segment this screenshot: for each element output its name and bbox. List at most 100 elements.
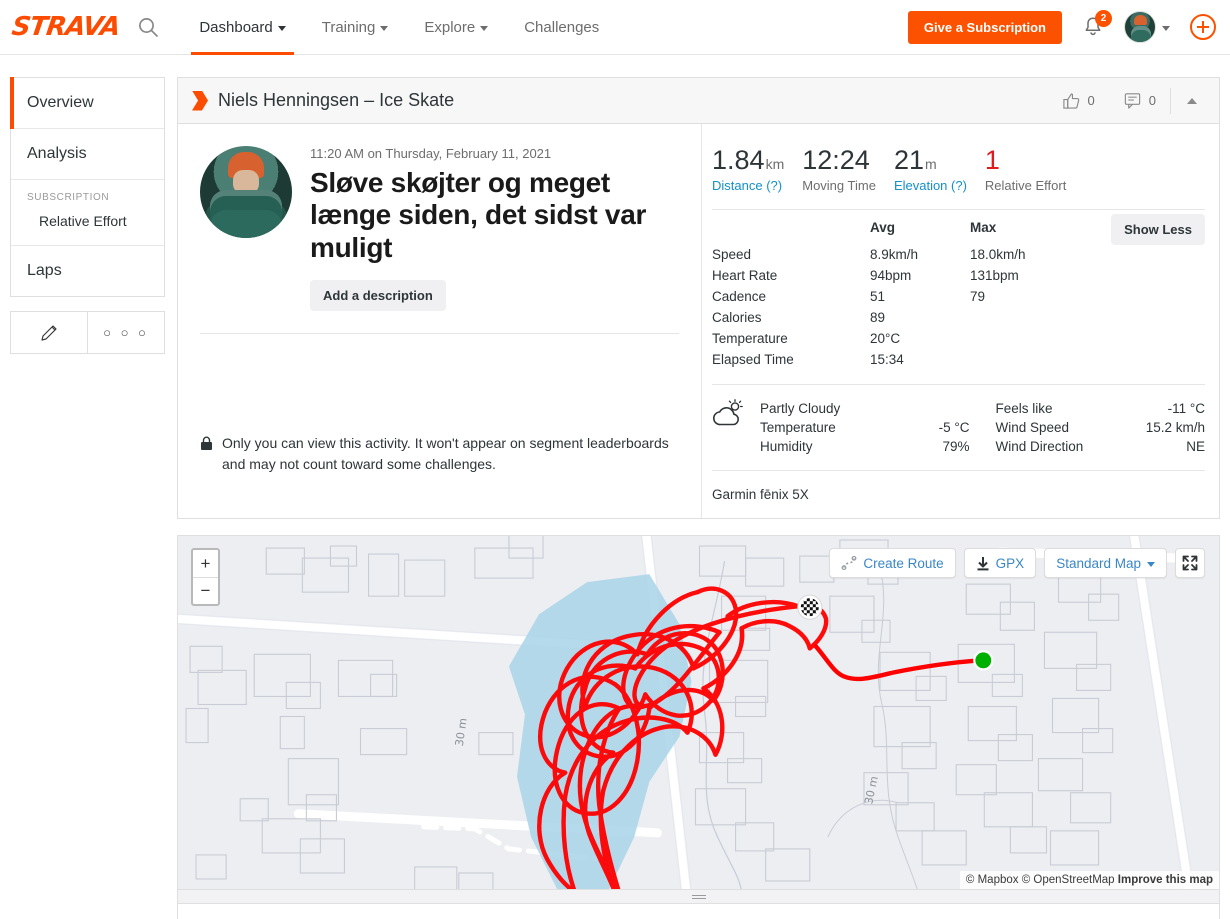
sidebar-item-laps[interactable]: Laps bbox=[11, 246, 164, 296]
summary-divider bbox=[712, 209, 1205, 211]
stat-avg-cadence: 51 bbox=[870, 289, 886, 305]
sidebar-item-analysis[interactable]: Analysis bbox=[11, 129, 164, 180]
weather-feels-like-label: Feels like bbox=[995, 401, 1053, 417]
add-description-button[interactable]: Add a description bbox=[310, 280, 446, 312]
stat-avg-speed: 8.9km/h bbox=[870, 247, 919, 263]
elevation-chart-area[interactable] bbox=[177, 904, 1220, 919]
attribution-osm[interactable]: © OpenStreetMap bbox=[1022, 874, 1115, 886]
sidebar: Overview Analysis SUBSCRIPTION Relative … bbox=[10, 77, 165, 354]
weather-temperature-label: Temperature bbox=[760, 420, 836, 436]
weather-wind-direction-value: NE bbox=[1186, 439, 1205, 455]
more-options-button[interactable]: ○ ○ ○ bbox=[87, 312, 164, 353]
stat-name-calories: Calories bbox=[712, 310, 762, 326]
nav-label-challenges: Challenges bbox=[524, 18, 600, 36]
add-activity-button[interactable] bbox=[1190, 14, 1216, 40]
chevron-down-icon bbox=[480, 25, 489, 31]
notifications-button[interactable]: 2 bbox=[1082, 9, 1112, 39]
stats-header-max: Max bbox=[970, 220, 997, 236]
stat-max-heart-rate: 131bpm bbox=[970, 268, 1019, 284]
edit-activity-button[interactable] bbox=[11, 312, 87, 353]
header-right: Give a Subscription 2 bbox=[907, 9, 1216, 44]
weather-wind-speed-value: 15.2 km/h bbox=[1145, 420, 1205, 436]
weather-condition: Partly Cloudy bbox=[760, 401, 841, 417]
sidebar-actions: ○ ○ ○ bbox=[10, 311, 165, 354]
moving-time-value: 12:24 bbox=[802, 145, 870, 175]
sidebar-label-laps: Laps bbox=[27, 262, 62, 279]
chevron-down-icon bbox=[1147, 561, 1155, 567]
map-resize-handle[interactable] bbox=[177, 890, 1220, 905]
stats-header-avg: Avg bbox=[870, 220, 896, 236]
map-zoom-in-button[interactable]: + bbox=[193, 550, 218, 577]
show-less-button[interactable]: Show Less bbox=[1111, 214, 1205, 246]
attribution-mapbox[interactable]: © Mapbox bbox=[966, 874, 1019, 886]
ice-skate-sport-icon bbox=[192, 90, 208, 111]
stat-name-speed: Speed bbox=[712, 247, 752, 263]
stat-max-cadence: 79 bbox=[970, 289, 986, 305]
distance-unit: km bbox=[765, 156, 785, 172]
sidebar-item-relative-effort[interactable]: Relative Effort bbox=[27, 213, 148, 229]
weather-column-left: Partly Cloudy Temperature -5 °C Humidity bbox=[760, 399, 970, 456]
comments-button[interactable]: 0 bbox=[1109, 91, 1170, 110]
nav-item-dashboard[interactable]: Dashboard bbox=[181, 0, 303, 55]
nav-item-challenges[interactable]: Challenges bbox=[506, 0, 617, 55]
elevation-label[interactable]: Elevation (?) bbox=[894, 178, 967, 193]
stats-header-blank bbox=[712, 220, 870, 244]
partly-cloudy-icon bbox=[712, 399, 746, 432]
map-zoom-controls: + − bbox=[191, 548, 220, 607]
stat-avg-calories: 89 bbox=[870, 310, 886, 326]
activity-card: Niels Henningsen – Ice Skate 0 0 11:20 A… bbox=[177, 77, 1220, 520]
relative-effort-label: Relative Effort bbox=[984, 178, 1067, 194]
detailed-stats: Show Less Avg Max Speed 8.9km/h 18.0km/h… bbox=[712, 214, 1205, 370]
download-gpx-button[interactable]: GPX bbox=[963, 548, 1037, 579]
user-menu[interactable] bbox=[1124, 11, 1170, 43]
map-fullscreen-button[interactable] bbox=[1175, 548, 1205, 579]
collapse-card-button[interactable] bbox=[1170, 87, 1209, 114]
activity-description-area bbox=[200, 333, 679, 433]
fullscreen-icon bbox=[1182, 555, 1198, 571]
table-row: Elapsed Time 15:34 bbox=[712, 349, 1026, 370]
distance-value: 1.84 bbox=[712, 145, 765, 175]
activity-owner-photo[interactable] bbox=[200, 146, 292, 238]
lock-icon bbox=[200, 436, 213, 474]
nav-label-dashboard: Dashboard bbox=[199, 18, 273, 36]
table-row: Cadence 51 79 bbox=[712, 286, 1026, 307]
activity-card-body: 11:20 AM on Thursday, February 11, 2021 … bbox=[178, 124, 1219, 519]
activity-map[interactable]: 30 m 30 m + − Create Route GPX Standard … bbox=[177, 535, 1220, 891]
kudos-count: 0 bbox=[1087, 93, 1095, 108]
give-subscription-button[interactable]: Give a Subscription bbox=[907, 10, 1062, 44]
map-zoom-out-button[interactable]: − bbox=[193, 577, 218, 604]
page-layout: Overview Analysis SUBSCRIPTION Relative … bbox=[0, 55, 1230, 919]
summary-stat-relative-effort: 1 Relative Effort bbox=[984, 146, 1084, 194]
summary-stats: 1.84km Distance (?) 12:24 Moving Time 21… bbox=[712, 145, 1205, 194]
table-row: Heart Rate 94bpm 131bpm bbox=[712, 265, 1026, 286]
nav-item-explore[interactable]: Explore bbox=[406, 0, 506, 55]
map-canvas: 30 m 30 m bbox=[178, 536, 1219, 890]
table-row: Speed 8.9km/h 18.0km/h bbox=[712, 244, 1026, 265]
table-row: Temperature 20°C bbox=[712, 328, 1026, 349]
map-style-selector[interactable]: Standard Map bbox=[1044, 548, 1167, 579]
search-icon[interactable] bbox=[137, 16, 159, 38]
create-route-button[interactable]: Create Route bbox=[829, 548, 956, 579]
weather-section: Partly Cloudy Temperature -5 °C Humidity bbox=[712, 384, 1205, 456]
pencil-icon bbox=[41, 324, 57, 341]
activity-header-title: Niels Henningsen – Ice Skate bbox=[218, 90, 455, 110]
nav-item-training[interactable]: Training bbox=[304, 0, 407, 55]
stat-max-calories bbox=[970, 307, 1026, 328]
chevron-up-icon bbox=[1187, 97, 1197, 104]
grip-icon bbox=[691, 893, 706, 901]
sidebar-nav: Overview Analysis SUBSCRIPTION Relative … bbox=[10, 77, 165, 297]
stat-max-speed: 18.0km/h bbox=[970, 247, 1026, 263]
notification-badge: 2 bbox=[1095, 9, 1112, 27]
stat-max-temperature bbox=[970, 328, 1026, 349]
create-route-label: Create Route bbox=[863, 555, 944, 571]
sidebar-item-overview[interactable]: Overview bbox=[10, 77, 164, 129]
stat-name-cadence: Cadence bbox=[712, 289, 767, 305]
attribution-improve-link[interactable]: Improve this map bbox=[1118, 874, 1213, 886]
kudos-button[interactable]: 0 bbox=[1048, 91, 1109, 110]
map-toolbar: Create Route GPX Standard Map bbox=[829, 548, 1205, 579]
activity-content: Niels Henningsen – Ice Skate 0 0 11:20 A… bbox=[177, 77, 1220, 919]
distance-label[interactable]: Distance (?) bbox=[712, 178, 784, 193]
strava-logo[interactable]: STRAVA bbox=[10, 12, 122, 42]
sidebar-label-overview: Overview bbox=[27, 94, 94, 111]
privacy-notice-text: Only you can view this activity. It won'… bbox=[222, 435, 669, 472]
